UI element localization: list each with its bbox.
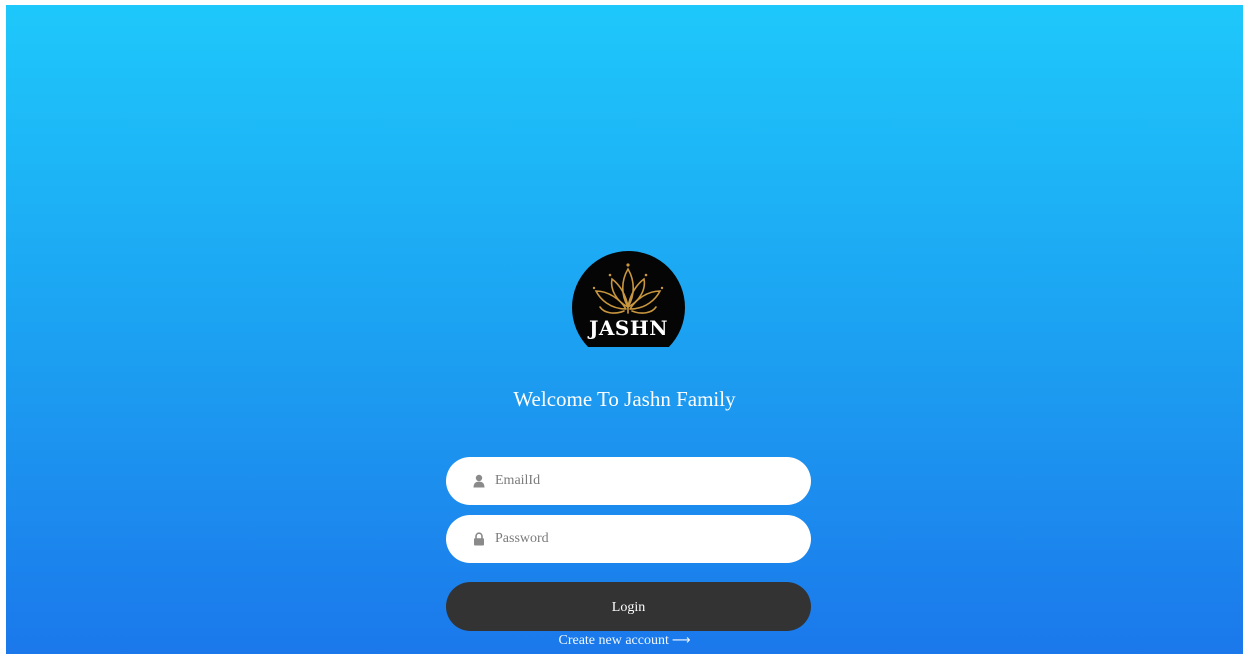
create-account-link[interactable]: Create new account ⟶ <box>558 633 690 648</box>
email-input[interactable] <box>495 469 785 493</box>
login-button[interactable]: Login <box>446 582 811 631</box>
email-field[interactable] <box>446 457 811 505</box>
password-input[interactable] <box>495 527 785 551</box>
password-field[interactable] <box>446 515 811 563</box>
login-page-background: JASHN Welcome To Jashn Family Login Crea… <box>6 5 1243 654</box>
jashn-logo: JASHN <box>572 251 685 347</box>
welcome-title: Welcome To Jashn Family <box>513 387 736 411</box>
create-account-row: Create new account ⟶ <box>6 633 1243 649</box>
arrow-right-icon: ⟶ <box>671 633 691 648</box>
create-account-label: Create new account <box>558 633 669 648</box>
logo-wordmark: JASHN <box>588 316 669 340</box>
lock-icon <box>474 532 484 546</box>
user-icon <box>473 474 485 488</box>
